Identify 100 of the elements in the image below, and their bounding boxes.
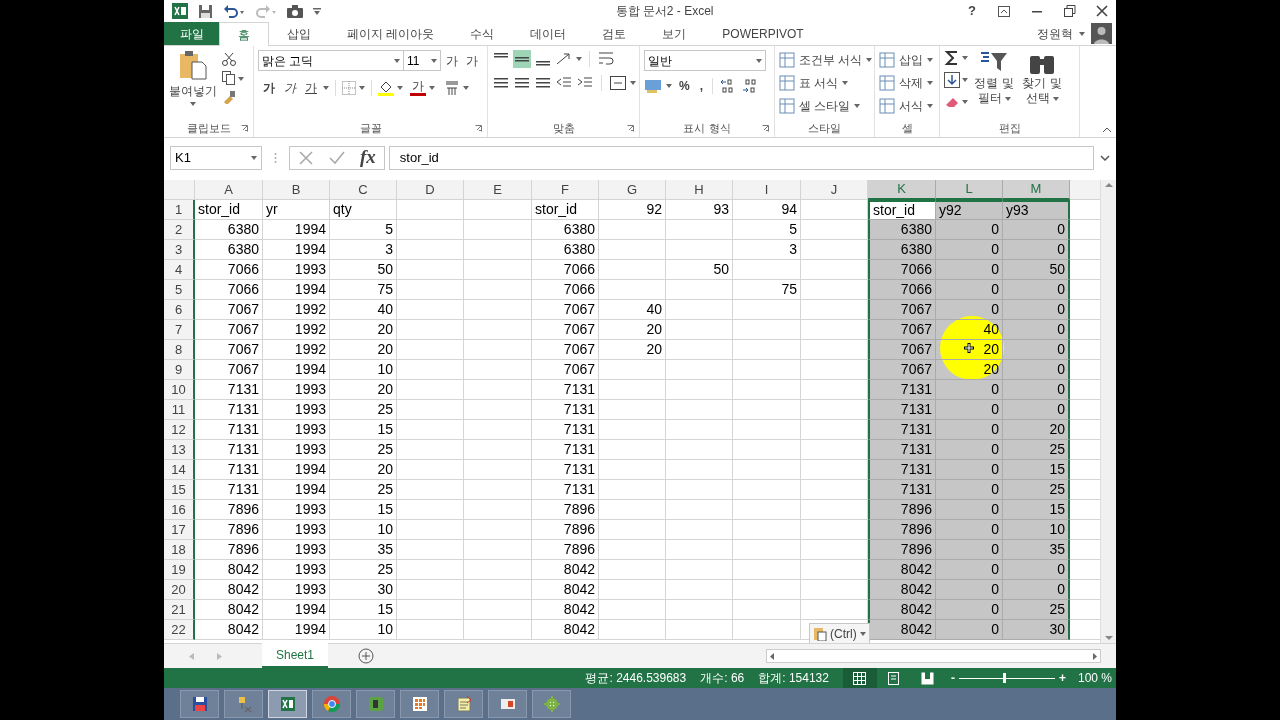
percent-button[interactable]: % <box>676 77 693 95</box>
cell[interactable]: 40 <box>330 300 397 320</box>
cell[interactable]: 20 <box>599 320 666 340</box>
cell[interactable]: 7067 <box>195 300 263 320</box>
row-header[interactable]: 13 <box>164 440 195 460</box>
cell[interactable] <box>733 360 801 380</box>
cell[interactable]: 7131 <box>195 480 263 500</box>
cell[interactable]: yr <box>263 200 330 220</box>
cell[interactable]: 7131 <box>532 480 599 500</box>
taskbar-button[interactable] <box>180 690 219 718</box>
cell[interactable]: 7896 <box>195 500 263 520</box>
cell[interactable] <box>733 560 801 580</box>
cell[interactable]: 1993 <box>263 380 330 400</box>
cell[interactable] <box>599 580 666 600</box>
ribbon-options-icon[interactable] <box>998 5 1010 17</box>
row-header[interactable]: 2 <box>164 220 195 240</box>
vertical-scrollbar[interactable] <box>1100 180 1116 643</box>
ribbon-tab[interactable]: 검토 <box>584 22 645 45</box>
cell[interactable] <box>599 500 666 520</box>
font-name-dropdown[interactable]: 맑은 고딕 <box>258 50 404 71</box>
fill-color-icon[interactable] <box>378 80 394 96</box>
caret-icon[interactable] <box>962 78 968 82</box>
cell[interactable] <box>464 200 532 220</box>
cell[interactable]: 7131 <box>532 440 599 460</box>
cell[interactable] <box>464 460 532 480</box>
prev-sheet-icon[interactable] <box>189 652 194 660</box>
cell[interactable]: 93 <box>666 200 733 220</box>
caret-icon[interactable] <box>630 81 636 85</box>
cell[interactable] <box>599 440 666 460</box>
cell[interactable] <box>666 380 733 400</box>
cell[interactable]: 94 <box>733 200 801 220</box>
cell[interactable] <box>599 520 666 540</box>
cell[interactable]: 7131 <box>195 460 263 480</box>
cell[interactable] <box>733 600 801 620</box>
cell[interactable] <box>801 340 868 360</box>
row-header[interactable]: 10 <box>164 380 195 400</box>
cell[interactable] <box>801 220 868 240</box>
cell[interactable]: 92 <box>599 200 666 220</box>
cell[interactable] <box>397 200 464 220</box>
cell[interactable] <box>397 600 464 620</box>
save-icon[interactable] <box>198 3 213 19</box>
column-header[interactable]: I <box>733 180 801 200</box>
shrink-font-button[interactable]: 가 <box>463 51 481 70</box>
cell[interactable] <box>733 420 801 440</box>
cell[interactable]: 20 <box>599 340 666 360</box>
cell[interactable] <box>397 480 464 500</box>
cell[interactable]: 1994 <box>263 220 330 240</box>
font-size-dropdown[interactable]: 11 <box>403 50 441 71</box>
cell[interactable] <box>599 480 666 500</box>
bold-button[interactable]: 가 <box>260 79 278 97</box>
cell[interactable]: 5 <box>733 220 801 240</box>
cell[interactable]: 6380 <box>532 220 599 240</box>
help-button[interactable]: ? <box>968 1 976 21</box>
comma-button[interactable]: , <box>696 77 706 95</box>
cell[interactable] <box>599 240 666 260</box>
cell[interactable] <box>599 560 666 580</box>
cell[interactable] <box>801 600 868 620</box>
cell[interactable] <box>397 620 464 640</box>
cell[interactable] <box>801 460 868 480</box>
cell[interactable] <box>666 220 733 240</box>
row-header[interactable]: 18 <box>164 540 195 560</box>
cell[interactable]: 10 <box>330 360 397 380</box>
cell[interactable]: 6380 <box>195 240 263 260</box>
cell[interactable]: 25 <box>330 560 397 580</box>
zoom-slider-thumb[interactable] <box>1002 673 1006 683</box>
cell[interactable] <box>733 320 801 340</box>
cell[interactable] <box>666 280 733 300</box>
taskbar-button[interactable] <box>488 690 527 718</box>
cell[interactable]: 7067 <box>532 360 599 380</box>
cell[interactable]: 1993 <box>263 580 330 600</box>
cell[interactable] <box>733 460 801 480</box>
horizontal-scrollbar[interactable] <box>766 649 1102 663</box>
row-header[interactable]: 3 <box>164 240 195 260</box>
name-box[interactable]: K1 <box>170 145 262 170</box>
format-table-button[interactable]: 표 서식 <box>779 73 873 93</box>
redo-icon[interactable] <box>255 4 277 18</box>
cell[interactable]: 7896 <box>532 500 599 520</box>
paste-options-button[interactable]: (Ctrl) <box>809 623 870 643</box>
view-button[interactable] <box>842 668 877 688</box>
middle-align-icon[interactable] <box>513 50 531 68</box>
taskbar-button[interactable] <box>356 690 395 718</box>
row-header[interactable]: 7 <box>164 320 195 340</box>
ribbon-tab[interactable]: 수식 <box>452 22 513 45</box>
ribbon-tab[interactable]: POWERPIVOT <box>704 22 822 45</box>
sheet-tab[interactable]: Sheet1 <box>262 643 329 668</box>
row-header[interactable]: 6 <box>164 300 195 320</box>
cell[interactable] <box>733 620 801 640</box>
row-header[interactable]: 1 <box>164 200 195 220</box>
row-header[interactable]: 5 <box>164 280 195 300</box>
cell[interactable] <box>801 400 868 420</box>
row-header[interactable]: 11 <box>164 400 195 420</box>
cell[interactable] <box>397 380 464 400</box>
row-header[interactable]: 21 <box>164 600 195 620</box>
cell[interactable] <box>464 300 532 320</box>
cell[interactable]: 75 <box>733 280 801 300</box>
cell[interactable]: 7067 <box>195 320 263 340</box>
cell[interactable]: 8042 <box>195 560 263 580</box>
taskbar-button[interactable] <box>400 690 439 718</box>
cell[interactable]: 25 <box>330 480 397 500</box>
phonetic-icon[interactable] <box>444 80 460 96</box>
